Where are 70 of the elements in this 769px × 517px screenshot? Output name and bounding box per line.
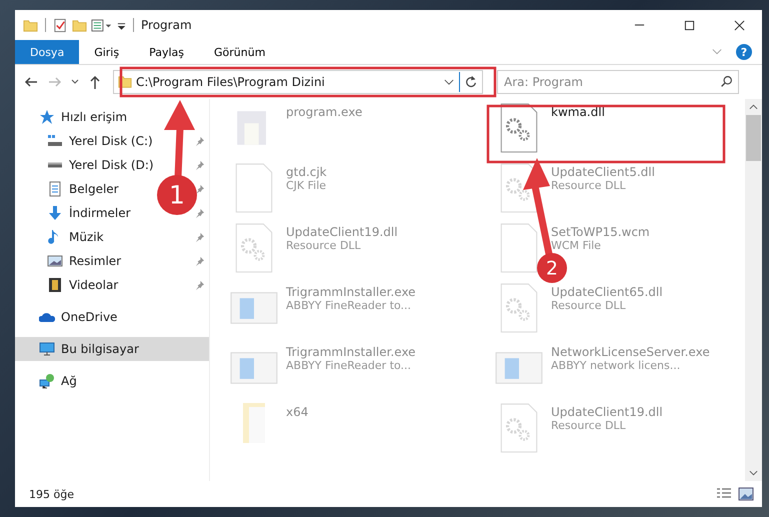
sidebar-label: Hızlı erişim [61, 110, 128, 124]
step-number: 1 [169, 180, 185, 210]
scroll-down-icon[interactable] [749, 470, 758, 476]
sidebar-item[interactable]: Bu bilgisayar [15, 337, 209, 361]
network-icon [39, 373, 55, 389]
sidebar-item[interactable]: Ağ [15, 369, 209, 393]
pin-icon[interactable] [194, 136, 205, 146]
sidebar-label: OneDrive [61, 310, 118, 324]
sidebar-item[interactable]: Yerel Disk (C:) [69, 134, 153, 148]
document-icon [47, 181, 63, 197]
sidebar-item[interactable]: Resimler [69, 254, 122, 268]
pin-icon[interactable] [194, 232, 205, 242]
file-type: Resource DLL [551, 419, 627, 432]
ribbon-tab[interactable]: Paylaş [134, 40, 199, 64]
pin-icon[interactable] [194, 280, 205, 290]
pin-icon[interactable] [194, 256, 205, 266]
file-type: ABBYY FineReader to... [286, 359, 412, 372]
sidebar-label: Ağ [61, 374, 77, 388]
sidebar-item[interactable]: OneDrive [15, 305, 209, 329]
pin-icon[interactable] [194, 184, 205, 194]
dropdown-caret-icon[interactable] [444, 78, 454, 86]
large-icons-view-icon[interactable] [738, 487, 754, 501]
picture-icon [47, 253, 63, 269]
sidebar-item[interactable]: Videolar [69, 278, 118, 292]
step-marker [157, 175, 197, 215]
computer-icon [39, 341, 55, 357]
refresh-icon[interactable] [464, 75, 478, 89]
ribbon-tab[interactable]: Giriş [79, 40, 134, 64]
properties-icon[interactable] [53, 18, 68, 32]
minimize-icon[interactable] [634, 24, 644, 26]
sidebar-label: Bu bilgisayar [61, 342, 139, 356]
sidebar-item[interactable]: Hızlı erişim [15, 105, 209, 129]
item-count: 195 öğe [29, 488, 74, 500]
pin-icon[interactable] [194, 160, 205, 170]
help-button[interactable]: ? [736, 44, 752, 60]
download-arrow-icon [47, 205, 63, 221]
address-bar[interactable]: C:\Program Files\Program Dizini [113, 70, 483, 94]
step-number: 2 [546, 258, 558, 280]
recent-locations-caret-icon[interactable] [71, 78, 79, 86]
file-type: ABBYY FineReader to... [286, 299, 412, 312]
scroll-up-icon[interactable] [749, 104, 758, 110]
file-name[interactable]: kwma.dll [551, 105, 605, 119]
expand-ribbon-icon[interactable] [712, 48, 722, 56]
ribbon-tab[interactable]: Görünüm [199, 40, 280, 64]
folder-icon [243, 403, 265, 443]
maximize-icon[interactable] [684, 20, 694, 30]
star-icon [39, 109, 55, 125]
window-title: Program [141, 18, 192, 32]
sidebar-item[interactable]: Belgeler [69, 182, 119, 196]
file-type: Resource DLL [551, 299, 627, 312]
file-type: Resource DLL [551, 179, 627, 192]
step-marker [537, 253, 567, 283]
sidebar-item[interactable]: Yerel Disk (D:) [69, 158, 154, 172]
close-icon[interactable] [734, 20, 744, 30]
ribbon-tab[interactable]: Dosya [15, 40, 80, 64]
scroll-thumb[interactable] [746, 115, 761, 161]
file-type: WCM File [551, 239, 602, 252]
address-path: C:\Program Files\Program Dizini [136, 75, 325, 89]
view-options-icon[interactable] [91, 18, 113, 32]
film-icon [47, 277, 63, 293]
pin-icon[interactable] [194, 208, 205, 218]
file-type: CJK File [286, 179, 327, 192]
search-field[interactable]: Ara: Program [497, 70, 739, 94]
scrollbar[interactable] [745, 99, 762, 481]
file-type: ABBYY network licens... [551, 359, 682, 372]
drive-icon [47, 133, 63, 149]
sidebar-item[interactable]: İndirmeler [69, 206, 131, 220]
search-icon[interactable] [720, 75, 733, 88]
file-type: Resource DLL [286, 239, 362, 252]
sidebar-item[interactable]: Müzik [69, 230, 104, 244]
